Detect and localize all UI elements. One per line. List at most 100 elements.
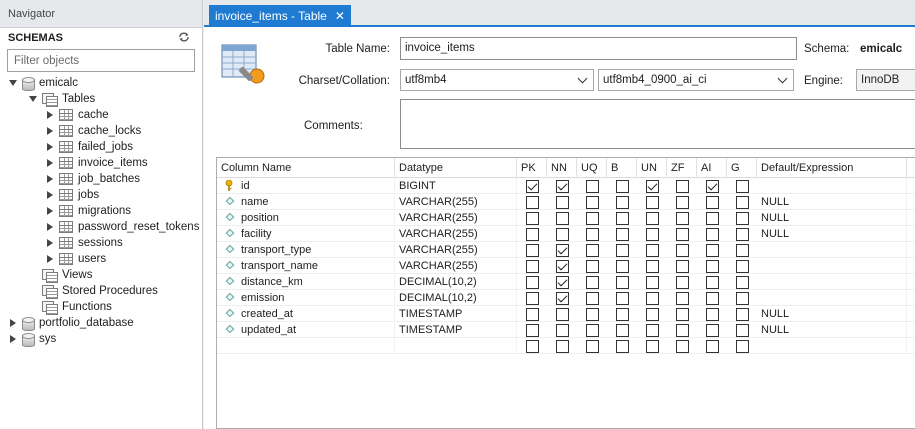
- flag-checkbox-zf[interactable]: [676, 212, 689, 225]
- default-expression-cell[interactable]: [757, 178, 907, 194]
- flag-checkbox-nn[interactable]: [556, 260, 569, 273]
- table-row[interactable]: distance_km DECIMAL(10,2): [217, 274, 915, 290]
- collation-select[interactable]: utf8mb4_0900_ai_ci: [598, 69, 794, 91]
- flag-checkbox-pk[interactable]: [526, 292, 539, 305]
- flag-checkbox-un[interactable]: [646, 196, 659, 209]
- datatype-cell[interactable]: DECIMAL(10,2): [395, 274, 517, 290]
- column-name-cell[interactable]: facility: [237, 226, 395, 242]
- flag-checkbox-ai[interactable]: [706, 260, 719, 273]
- datatype-cell[interactable]: VARCHAR(255): [395, 258, 517, 274]
- datatype-cell[interactable]: BIGINT: [395, 178, 517, 194]
- table-name-input[interactable]: invoice_items: [400, 37, 797, 60]
- grid-header-default-expression[interactable]: Default/Expression: [757, 158, 907, 178]
- flag-checkbox-nn[interactable]: [556, 196, 569, 209]
- flag-checkbox-zf[interactable]: [676, 228, 689, 241]
- table-row[interactable]: name VARCHAR(255) NULL: [217, 194, 915, 210]
- flag-checkbox-b[interactable]: [616, 180, 629, 193]
- flag-checkbox-g[interactable]: [736, 196, 749, 209]
- flag-checkbox-un[interactable]: [646, 308, 659, 321]
- close-icon[interactable]: ✕: [335, 9, 345, 23]
- flag-checkbox-zf[interactable]: [676, 340, 689, 353]
- default-expression-cell[interactable]: NULL: [757, 322, 907, 338]
- flag-checkbox-zf[interactable]: [676, 260, 689, 273]
- default-expression-cell[interactable]: [757, 338, 907, 354]
- flag-checkbox-un[interactable]: [646, 212, 659, 225]
- expand-arrow-right-icon[interactable]: [45, 190, 55, 200]
- flag-checkbox-zf[interactable]: [676, 196, 689, 209]
- column-name-cell[interactable]: created_at: [237, 306, 395, 322]
- grid-header-nn[interactable]: NN: [547, 158, 577, 178]
- expand-arrow-right-icon[interactable]: [45, 126, 55, 136]
- flag-checkbox-g[interactable]: [736, 260, 749, 273]
- flag-checkbox-ai[interactable]: [706, 244, 719, 257]
- tree-item-functions[interactable]: Functions: [28, 299, 112, 315]
- column-name-cell[interactable]: transport_type: [237, 242, 395, 258]
- flag-checkbox-nn[interactable]: [556, 308, 569, 321]
- flag-checkbox-un[interactable]: [646, 292, 659, 305]
- flag-checkbox-uq[interactable]: [586, 276, 599, 289]
- flag-checkbox-uq[interactable]: [586, 244, 599, 257]
- flag-checkbox-b[interactable]: [616, 260, 629, 273]
- tree-item-stored-procedures[interactable]: Stored Procedures: [28, 283, 158, 299]
- charset-select[interactable]: utf8mb4: [400, 69, 594, 91]
- flag-checkbox-pk[interactable]: [526, 260, 539, 273]
- flag-checkbox-un[interactable]: [646, 244, 659, 257]
- table-row[interactable]: id BIGINT: [217, 178, 915, 194]
- tree-item-schema-sys[interactable]: sys: [8, 331, 56, 347]
- flag-checkbox-uq[interactable]: [586, 196, 599, 209]
- table-row[interactable]: emission DECIMAL(10,2): [217, 290, 915, 306]
- flag-checkbox-g[interactable]: [736, 212, 749, 225]
- default-expression-cell[interactable]: [757, 258, 907, 274]
- flag-checkbox-pk[interactable]: [526, 276, 539, 289]
- flag-checkbox-zf[interactable]: [676, 180, 689, 193]
- flag-checkbox-pk[interactable]: [526, 340, 539, 353]
- expand-arrow-right-icon[interactable]: [8, 318, 18, 328]
- flag-checkbox-g[interactable]: [736, 228, 749, 241]
- expand-arrow-right-icon[interactable]: [45, 174, 55, 184]
- flag-checkbox-g[interactable]: [736, 324, 749, 337]
- flag-checkbox-g[interactable]: [736, 308, 749, 321]
- flag-checkbox-g[interactable]: [736, 180, 749, 193]
- datatype-cell[interactable]: TIMESTAMP: [395, 322, 517, 338]
- flag-checkbox-g[interactable]: [736, 276, 749, 289]
- flag-checkbox-un[interactable]: [646, 340, 659, 353]
- expand-arrow-right-icon[interactable]: [45, 238, 55, 248]
- datatype-cell[interactable]: VARCHAR(255): [395, 210, 517, 226]
- flag-checkbox-nn[interactable]: [556, 292, 569, 305]
- expand-arrow-down-icon[interactable]: [8, 78, 18, 88]
- table-row[interactable]: transport_name VARCHAR(255): [217, 258, 915, 274]
- flag-checkbox-g[interactable]: [736, 244, 749, 257]
- default-expression-cell[interactable]: [757, 242, 907, 258]
- table-row[interactable]: [217, 338, 915, 354]
- flag-checkbox-ai[interactable]: [706, 324, 719, 337]
- flag-checkbox-uq[interactable]: [586, 260, 599, 273]
- flag-checkbox-uq[interactable]: [586, 324, 599, 337]
- flag-checkbox-ai[interactable]: [706, 196, 719, 209]
- table-row[interactable]: created_at TIMESTAMP NULL: [217, 306, 915, 322]
- flag-checkbox-b[interactable]: [616, 244, 629, 257]
- flag-checkbox-nn[interactable]: [556, 340, 569, 353]
- expand-arrow-right-icon[interactable]: [45, 142, 55, 152]
- comments-textarea[interactable]: [400, 99, 915, 149]
- table-row[interactable]: position VARCHAR(255) NULL: [217, 210, 915, 226]
- flag-checkbox-nn[interactable]: [556, 276, 569, 289]
- filter-objects-input[interactable]: [14, 54, 194, 67]
- expand-arrow-right-icon[interactable]: [8, 334, 18, 344]
- datatype-cell[interactable]: VARCHAR(255): [395, 226, 517, 242]
- tree-item-schema-emicalc[interactable]: emicalc: [8, 75, 78, 91]
- flag-checkbox-zf[interactable]: [676, 292, 689, 305]
- flag-checkbox-ai[interactable]: [706, 308, 719, 321]
- default-expression-cell[interactable]: [757, 290, 907, 306]
- tree-item-table-cache[interactable]: cache: [45, 107, 109, 123]
- tree-item-table-jobs[interactable]: jobs: [45, 187, 99, 203]
- table-row[interactable]: facility VARCHAR(255) NULL: [217, 226, 915, 242]
- default-expression-cell[interactable]: NULL: [757, 306, 907, 322]
- expand-arrow-right-icon[interactable]: [45, 222, 55, 232]
- tree-item-table-users[interactable]: users: [45, 251, 106, 267]
- flag-checkbox-uq[interactable]: [586, 340, 599, 353]
- datatype-cell[interactable]: VARCHAR(255): [395, 242, 517, 258]
- datatype-cell[interactable]: VARCHAR(255): [395, 194, 517, 210]
- tree-item-table-cache-locks[interactable]: cache_locks: [45, 123, 141, 139]
- flag-checkbox-un[interactable]: [646, 228, 659, 241]
- flag-checkbox-nn[interactable]: [556, 244, 569, 257]
